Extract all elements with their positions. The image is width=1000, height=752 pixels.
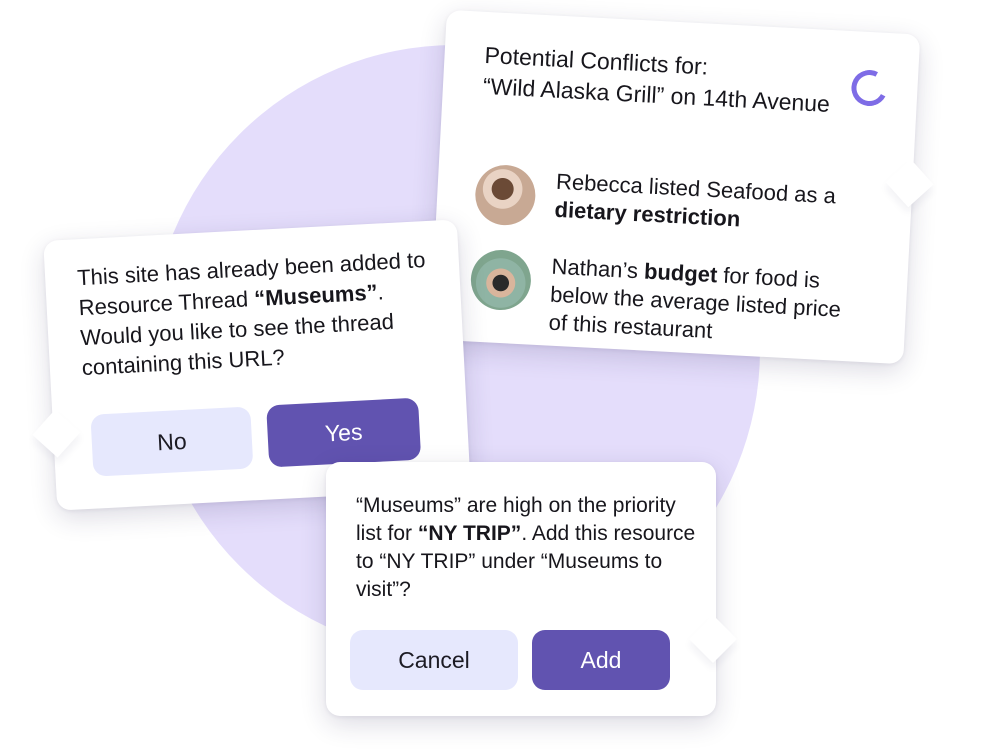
card-tail [32, 409, 81, 458]
avatar-nathan [469, 248, 533, 312]
conflicts-title: Potential Conflicts for: “Wild Alaska Gr… [482, 41, 831, 117]
conflicts-card: Potential Conflicts for: “Wild Alaska Gr… [429, 9, 934, 365]
avatar-rebecca [473, 163, 537, 227]
add-to-trip-dialog: “Museums” are high on the priority list … [326, 462, 738, 716]
conflict-item-rebecca: Rebecca listed Seafood as a dietary rest… [473, 163, 857, 244]
add-button[interactable]: Add [532, 630, 670, 690]
conflict-text-nathan: Nathan’s budget for food is below the av… [548, 253, 842, 344]
trip-message: “Museums” are high on the priority list … [356, 494, 696, 601]
cancel-button[interactable]: Cancel [350, 630, 518, 690]
loading-spinner-icon [846, 65, 892, 111]
no-button[interactable]: No [90, 406, 254, 477]
conflict-text-rebecca: Rebecca listed Seafood as a dietary rest… [554, 168, 837, 232]
yes-button[interactable]: Yes [266, 397, 422, 468]
conflict-item-nathan: Nathan’s budget for food is below the av… [468, 248, 852, 352]
card-tail [688, 614, 738, 664]
card-tail [885, 159, 934, 208]
thread-message: This site has already been added to Reso… [76, 247, 426, 381]
